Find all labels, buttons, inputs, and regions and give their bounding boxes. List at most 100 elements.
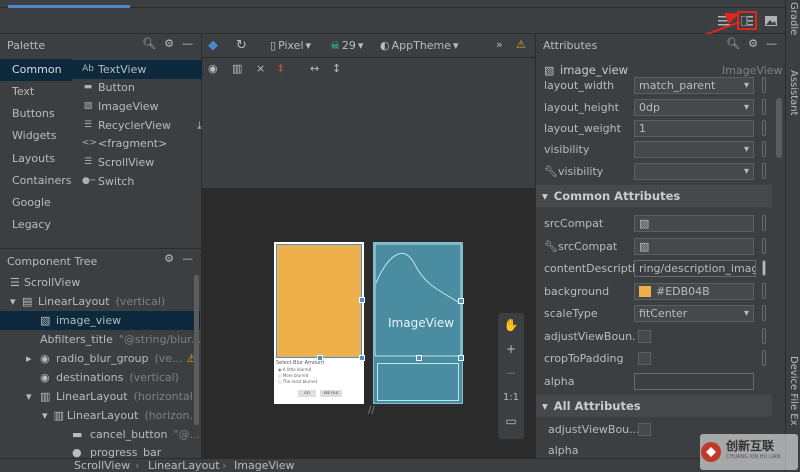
palette-item-scrollview[interactable]: ☰ ScrollView bbox=[72, 153, 202, 172]
gear-icon[interactable]: ⚙ bbox=[748, 37, 758, 50]
all-attributes-header[interactable]: ▾ All Attributes bbox=[536, 395, 772, 417]
background-input[interactable]: #EDB04B bbox=[634, 282, 754, 300]
clear-constraints-icon[interactable]: ‡ bbox=[278, 62, 284, 75]
pack-vertical-icon[interactable]: ↕ bbox=[332, 62, 341, 75]
blueprint-icon[interactable]: ▥ bbox=[232, 62, 242, 75]
attr-indicator bbox=[762, 215, 766, 231]
srccompat-input[interactable]: ▧ bbox=[634, 214, 754, 232]
layout-width-dropdown[interactable]: match_parent bbox=[634, 76, 754, 94]
orientation-icon[interactable]: ↻ bbox=[236, 38, 247, 53]
resize-handle[interactable] bbox=[359, 355, 365, 361]
layout-height-dropdown[interactable]: 0dp bbox=[634, 98, 754, 116]
device-file-explorer-tab[interactable]: Device File Ex bbox=[788, 356, 799, 426]
api-selector[interactable]: ☠︎ 29 ▾ bbox=[330, 39, 363, 52]
see-file-button[interactable]: SEE FILE bbox=[320, 390, 342, 397]
tree-row-image-view[interactable]: ▧ image_view bbox=[0, 311, 200, 330]
tree-row-filters-title[interactable]: Ab filters_title "@string/blur... bbox=[0, 330, 200, 349]
expand-arrow-icon[interactable]: ▾ bbox=[10, 292, 22, 311]
adjustviewbounds-checkbox[interactable] bbox=[638, 329, 651, 343]
blueprint-label: ImageView bbox=[388, 316, 455, 330]
tools-visibility-dropdown[interactable] bbox=[634, 162, 754, 180]
minimize-icon[interactable]: — bbox=[182, 37, 193, 50]
attributes-scrollbar[interactable] bbox=[776, 98, 782, 158]
palette-category-containers[interactable]: Containers bbox=[0, 170, 72, 192]
visibility-dropdown[interactable] bbox=[634, 140, 754, 158]
radio-option[interactable]: ○ The most blurred bbox=[278, 379, 317, 385]
image-view-preview[interactable] bbox=[276, 244, 362, 358]
expand-arrow-icon[interactable]: ▾ bbox=[42, 406, 54, 425]
design-preview[interactable]: Select Blur Amount ◉ A little blurred ○ … bbox=[274, 242, 365, 404]
breadcrumb-item-imageview[interactable]: ImageView bbox=[234, 459, 295, 472]
tree-row-radio-blur-group[interactable]: ▸ ◉ radio_blur_group (ve... ⚠ bbox=[0, 349, 200, 368]
theme-selector[interactable]: ◐ AppTheme ▾ bbox=[380, 39, 459, 52]
breadcrumb-item-scrollview[interactable]: ScrollView bbox=[74, 459, 130, 472]
expand-arrow-icon[interactable]: ▸ bbox=[26, 349, 40, 368]
palette-item-imageview[interactable]: ▧ ImageView bbox=[72, 97, 202, 116]
resize-handle[interactable] bbox=[458, 355, 464, 361]
zoom-controls: ✋ + − 1:1 ▭ bbox=[498, 313, 524, 439]
layers-icon[interactable]: ◆ bbox=[208, 38, 218, 53]
resize-corner-icon[interactable]: ∕∕ bbox=[368, 405, 384, 419]
palette-item-fragment[interactable]: <> <fragment> bbox=[72, 134, 202, 153]
palette-item-button[interactable]: ▬ Button bbox=[72, 78, 202, 97]
expand-icon[interactable]: » bbox=[496, 38, 503, 51]
gear-icon[interactable]: ⚙ bbox=[164, 252, 174, 265]
expand-arrow-icon[interactable]: ▾ bbox=[26, 387, 40, 406]
content-description-input[interactable]: ring/description_image bbox=[634, 259, 756, 277]
tree-row-destinations[interactable]: ◉ destinations (vertical) bbox=[0, 368, 200, 387]
image-icon: ▧ bbox=[639, 216, 650, 230]
palette-item-label: TextView bbox=[98, 63, 147, 76]
tools-srccompat-input[interactable]: ▧ bbox=[634, 237, 754, 255]
tree-row-linearlayout-horizontal[interactable]: ▾ ▥ LinearLayout (horizontal) bbox=[0, 387, 200, 406]
search-icon[interactable]: 🔍︎ bbox=[726, 37, 740, 50]
zoom-out-icon[interactable]: − bbox=[498, 361, 524, 385]
attr-label: contentDescripti... bbox=[544, 261, 636, 275]
palette-category-google[interactable]: Google bbox=[0, 192, 72, 214]
go-button[interactable]: GO bbox=[298, 390, 316, 397]
tree-row-linearlayout-inner[interactable]: ▾ ▥ LinearLayout (horizon... bbox=[0, 406, 200, 425]
tree-row-linearlayout[interactable]: ▾ ▤ LinearLayout (vertical) bbox=[0, 292, 200, 311]
palette-category-legacy[interactable]: Legacy bbox=[0, 214, 72, 236]
all-adjustviewbounds-checkbox[interactable] bbox=[638, 422, 651, 436]
wrench-icon: 🔧︎ bbox=[544, 239, 558, 253]
palette-item-switch[interactable]: ●─ Switch bbox=[72, 172, 202, 191]
blueprint-preview[interactable]: ImageView bbox=[373, 242, 464, 404]
layout-weight-input[interactable]: 1 bbox=[634, 119, 754, 137]
palette-item-textview[interactable]: Ab TextView bbox=[72, 60, 202, 79]
palette-category-text[interactable]: Text bbox=[0, 81, 72, 103]
pack-horizontal-icon[interactable]: ↔ bbox=[310, 62, 319, 75]
minimize-icon[interactable]: — bbox=[766, 37, 777, 50]
resize-handle[interactable] bbox=[416, 355, 422, 361]
croptopadding-checkbox[interactable] bbox=[638, 351, 651, 365]
palette-item-recyclerview[interactable]: ☰ RecyclerView ⤓ bbox=[72, 116, 202, 135]
palette-category-common[interactable]: Common bbox=[0, 59, 72, 81]
device-selector[interactable]: ▯ Pixel ▾ bbox=[270, 39, 311, 52]
breadcrumb-item-linearlayout[interactable]: LinearLayout bbox=[148, 459, 220, 472]
minimize-icon[interactable]: — bbox=[182, 252, 193, 265]
search-icon[interactable]: 🔍︎ bbox=[142, 37, 156, 50]
palette-category-widgets[interactable]: Widgets bbox=[0, 125, 72, 147]
resize-handle[interactable] bbox=[359, 297, 365, 303]
palette-category-layouts[interactable]: Layouts bbox=[0, 148, 72, 170]
color-swatch[interactable] bbox=[639, 286, 651, 297]
zoom-in-icon[interactable]: + bbox=[498, 337, 524, 361]
alpha-input[interactable] bbox=[634, 372, 754, 390]
zoom-reset-button[interactable]: 1:1 bbox=[498, 385, 524, 409]
attr-label: adjustViewBoun... bbox=[544, 329, 636, 343]
palette-category-buttons[interactable]: Buttons bbox=[0, 103, 72, 125]
design-view-button[interactable] bbox=[761, 11, 781, 30]
scaletype-dropdown[interactable]: fitCenter bbox=[634, 304, 754, 322]
gear-icon[interactable]: ⚙ bbox=[164, 37, 174, 50]
pan-icon[interactable]: ✋ bbox=[498, 313, 524, 337]
magnet-icon[interactable]: ⨯ bbox=[256, 62, 265, 75]
tree-row-cancel-button[interactable]: ▬ cancel_button "@... bbox=[0, 425, 200, 444]
warning-icon[interactable]: ⚠ bbox=[516, 38, 526, 51]
resize-handle[interactable] bbox=[458, 298, 464, 304]
common-attributes-header[interactable]: ▾ Common Attributes bbox=[536, 185, 772, 207]
tree-scrollbar[interactable] bbox=[194, 275, 199, 425]
tree-row-scrollview[interactable]: ☰ ScrollView bbox=[0, 273, 200, 292]
eye-icon[interactable]: ◉ bbox=[208, 62, 218, 75]
fit-screen-icon[interactable]: ▭ bbox=[498, 409, 524, 433]
assistant-tab[interactable]: Assistant bbox=[788, 70, 799, 116]
gradle-tab[interactable]: Gradle bbox=[788, 2, 799, 35]
